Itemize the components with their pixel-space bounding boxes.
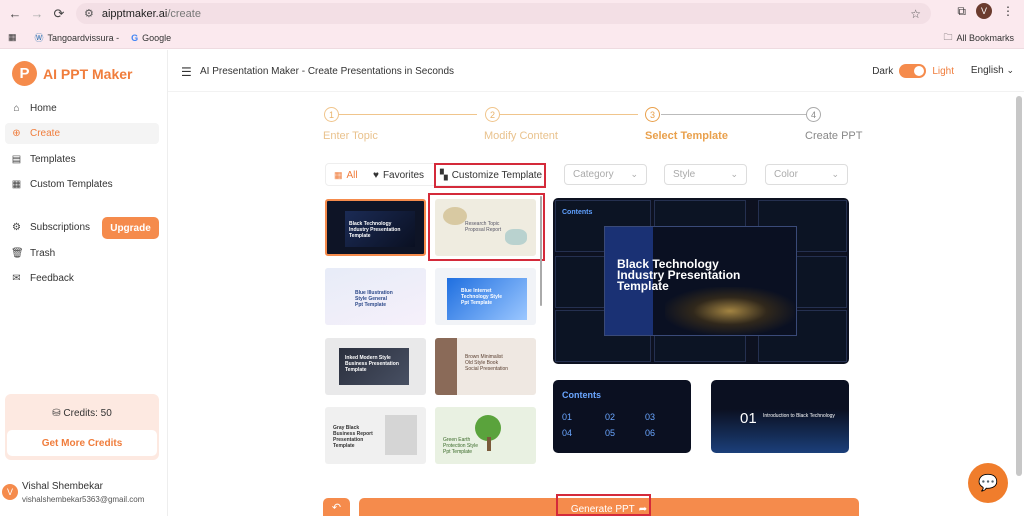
step-3-circle: 3 — [645, 107, 660, 122]
step-1-circle: 1 — [324, 107, 339, 122]
url-path: /create — [167, 7, 201, 20]
feedback-icon: ✉ — [12, 273, 21, 284]
sidebar-item-custom-templates[interactable]: ▦ Custom Templates — [5, 174, 159, 195]
plus-circle-icon: ⊕ — [12, 128, 21, 139]
profile-avatar[interactable]: V — [976, 3, 992, 19]
template-thumbnail[interactable]: Blue Internet Technology Style Ppt Templ… — [435, 268, 536, 325]
sidebar: P AI PPT Maker ⌂ Home ⊕ Create ▤ Templates … — [0, 50, 168, 516]
bookmark-item[interactable]: G Google — [131, 33, 171, 43]
step-4-circle: 4 — [806, 107, 821, 122]
theme-dark-label: Dark — [872, 65, 894, 77]
chevron-down-icon: ⌄ — [1006, 65, 1014, 75]
bookmarks-bar: ▦ Ⓦ Tangoardvissura - G Google 🗀 All Bookma… — [0, 27, 1024, 49]
credits-panel: ⛁ Credits: 50 Get More Credits — [5, 394, 159, 460]
step-1-label: Enter Topic — [323, 130, 378, 142]
url-host: aipptmaker.ai — [101, 7, 168, 20]
color-select[interactable]: Color ⌄ — [765, 164, 848, 185]
language-select[interactable]: English ⌄ — [971, 65, 1014, 76]
templates-icon: ▤ — [11, 154, 22, 165]
chevron-down-icon: ⌄ — [831, 169, 839, 179]
heart-icon: ♥ — [373, 169, 379, 181]
step-3-label: Select Template — [645, 130, 728, 142]
sidebar-item-home[interactable]: ⌂ Home — [5, 98, 159, 119]
reload-icon[interactable]: ⟳ — [48, 3, 70, 25]
all-bookmarks[interactable]: 🗀 All Bookmarks — [943, 30, 1014, 46]
chevron-down-icon: ⌄ — [630, 169, 638, 179]
sidebar-item-trash[interactable]: 🗑 Trash — [5, 243, 159, 264]
subscriptions-icon: ⚙ — [12, 222, 21, 233]
preview-main-slide: Black Technology Industry Presentation T… — [604, 226, 797, 336]
browser-menu-icon[interactable]: ⋮ — [1002, 4, 1014, 18]
coins-icon: ⛁ — [52, 408, 64, 419]
tab-all[interactable]: ▦ All — [334, 164, 358, 186]
get-more-credits-button[interactable]: Get More Credits — [7, 430, 157, 456]
step-connector — [339, 114, 477, 115]
forward-arrow-icon[interactable]: → — [26, 3, 48, 25]
page-scrollbar[interactable] — [1016, 96, 1022, 476]
step-2-circle: 2 — [485, 107, 500, 122]
template-thumbnail[interactable]: Inked Modern Style Business Presentation… — [325, 338, 426, 395]
chevron-down-icon: ⌄ — [730, 169, 738, 179]
sidebar-item-create[interactable]: ⊕ Create — [5, 123, 159, 144]
theme-switch: Dark Light — [872, 64, 954, 78]
step-2-label: Modify Content — [484, 130, 558, 142]
page-title: AI Presentation Maker - Create Presentat… — [200, 66, 455, 77]
step-connector — [661, 114, 806, 115]
grid-icon: ▦ — [334, 169, 343, 180]
logo-mark: P — [12, 61, 37, 86]
undo-arrow-icon: ↶ — [331, 501, 342, 514]
credits-count: ⛁ Credits: 50 — [52, 408, 112, 419]
step-4-label: Create PPT — [805, 130, 863, 142]
bookmark-item[interactable]: Ⓦ Tangoardvissura - — [35, 31, 120, 44]
step-connector — [500, 114, 638, 115]
highlight-template — [428, 193, 545, 261]
user-name: Vishal Shembekar — [22, 481, 103, 492]
highlight-customize — [434, 163, 546, 188]
address-bar[interactable]: ⚙ aipptmaker.ai/create ☆ — [76, 3, 931, 24]
app-header: ☰ AI Presentation Maker - Create Present… — [168, 50, 1024, 92]
trash-icon: 🗑 — [11, 248, 24, 259]
highlight-generate — [556, 494, 651, 516]
sidebar-item-feedback[interactable]: ✉ Feedback — [5, 268, 159, 289]
chat-icon: 💬 — [978, 475, 998, 492]
preview-contents-slide: Contents 01 02 03 04 05 06 — [553, 380, 691, 453]
sidebar-item-templates[interactable]: ▤ Templates — [5, 149, 159, 170]
template-thumbnail[interactable]: Brown Minimalist Old Style Book Social P… — [435, 338, 536, 395]
browser-toolbar: ← → ⟳ ⚙ aipptmaker.ai/create ☆ ⧉ V ⋮ — [0, 0, 1024, 27]
apps-grid-icon[interactable]: ▦ — [8, 32, 17, 43]
upgrade-button[interactable]: Upgrade — [102, 217, 159, 239]
google-icon: G — [131, 32, 139, 43]
back-arrow-icon[interactable]: ← — [4, 3, 26, 25]
thumbnail-scrollbar[interactable] — [540, 196, 542, 306]
template-preview: Contents Black Technology Industry Prese… — [553, 198, 849, 364]
preview-intro-slide: 01 Introduction to Black Technology — [711, 380, 849, 453]
template-thumbnail[interactable]: Blue Illustration Style General Ppt Temp… — [325, 268, 426, 325]
tab-favorites[interactable]: ♥ Favorites — [373, 164, 424, 186]
template-thumbnail[interactable]: Green Earth Protection Style Ppt Templat… — [435, 407, 536, 464]
theme-toggle[interactable] — [899, 64, 927, 78]
home-icon: ⌂ — [13, 103, 20, 114]
custom-templates-icon: ▦ — [11, 179, 22, 190]
chat-support-button[interactable]: 💬 — [968, 463, 1008, 503]
bookmark-star-icon[interactable]: ☆ — [910, 7, 921, 21]
user-email: vishalshembekar5363@gmail.com — [22, 495, 145, 504]
category-select[interactable]: Category ⌄ — [564, 164, 647, 185]
style-select[interactable]: Style ⌄ — [664, 164, 747, 185]
template-thumbnail[interactable]: Gray Black Business Report Presentation … — [325, 407, 426, 464]
extensions-icon[interactable]: ⧉ — [957, 4, 966, 19]
folder-icon: 🗀 — [943, 31, 953, 42]
site-info-icon[interactable]: ⚙ — [84, 7, 94, 20]
back-button[interactable]: ↶ — [323, 498, 350, 516]
user-avatar[interactable]: V — [2, 484, 18, 500]
logo-text: AI PPT Maker — [43, 65, 133, 82]
wordpress-icon: Ⓦ — [34, 33, 44, 43]
hamburger-menu-icon[interactable]: ☰ — [181, 65, 192, 79]
template-thumbnail[interactable]: Black Technology Industry Presentation T… — [325, 199, 426, 256]
theme-light-label: Light — [932, 65, 954, 77]
app-logo[interactable]: P AI PPT Maker — [12, 61, 132, 86]
